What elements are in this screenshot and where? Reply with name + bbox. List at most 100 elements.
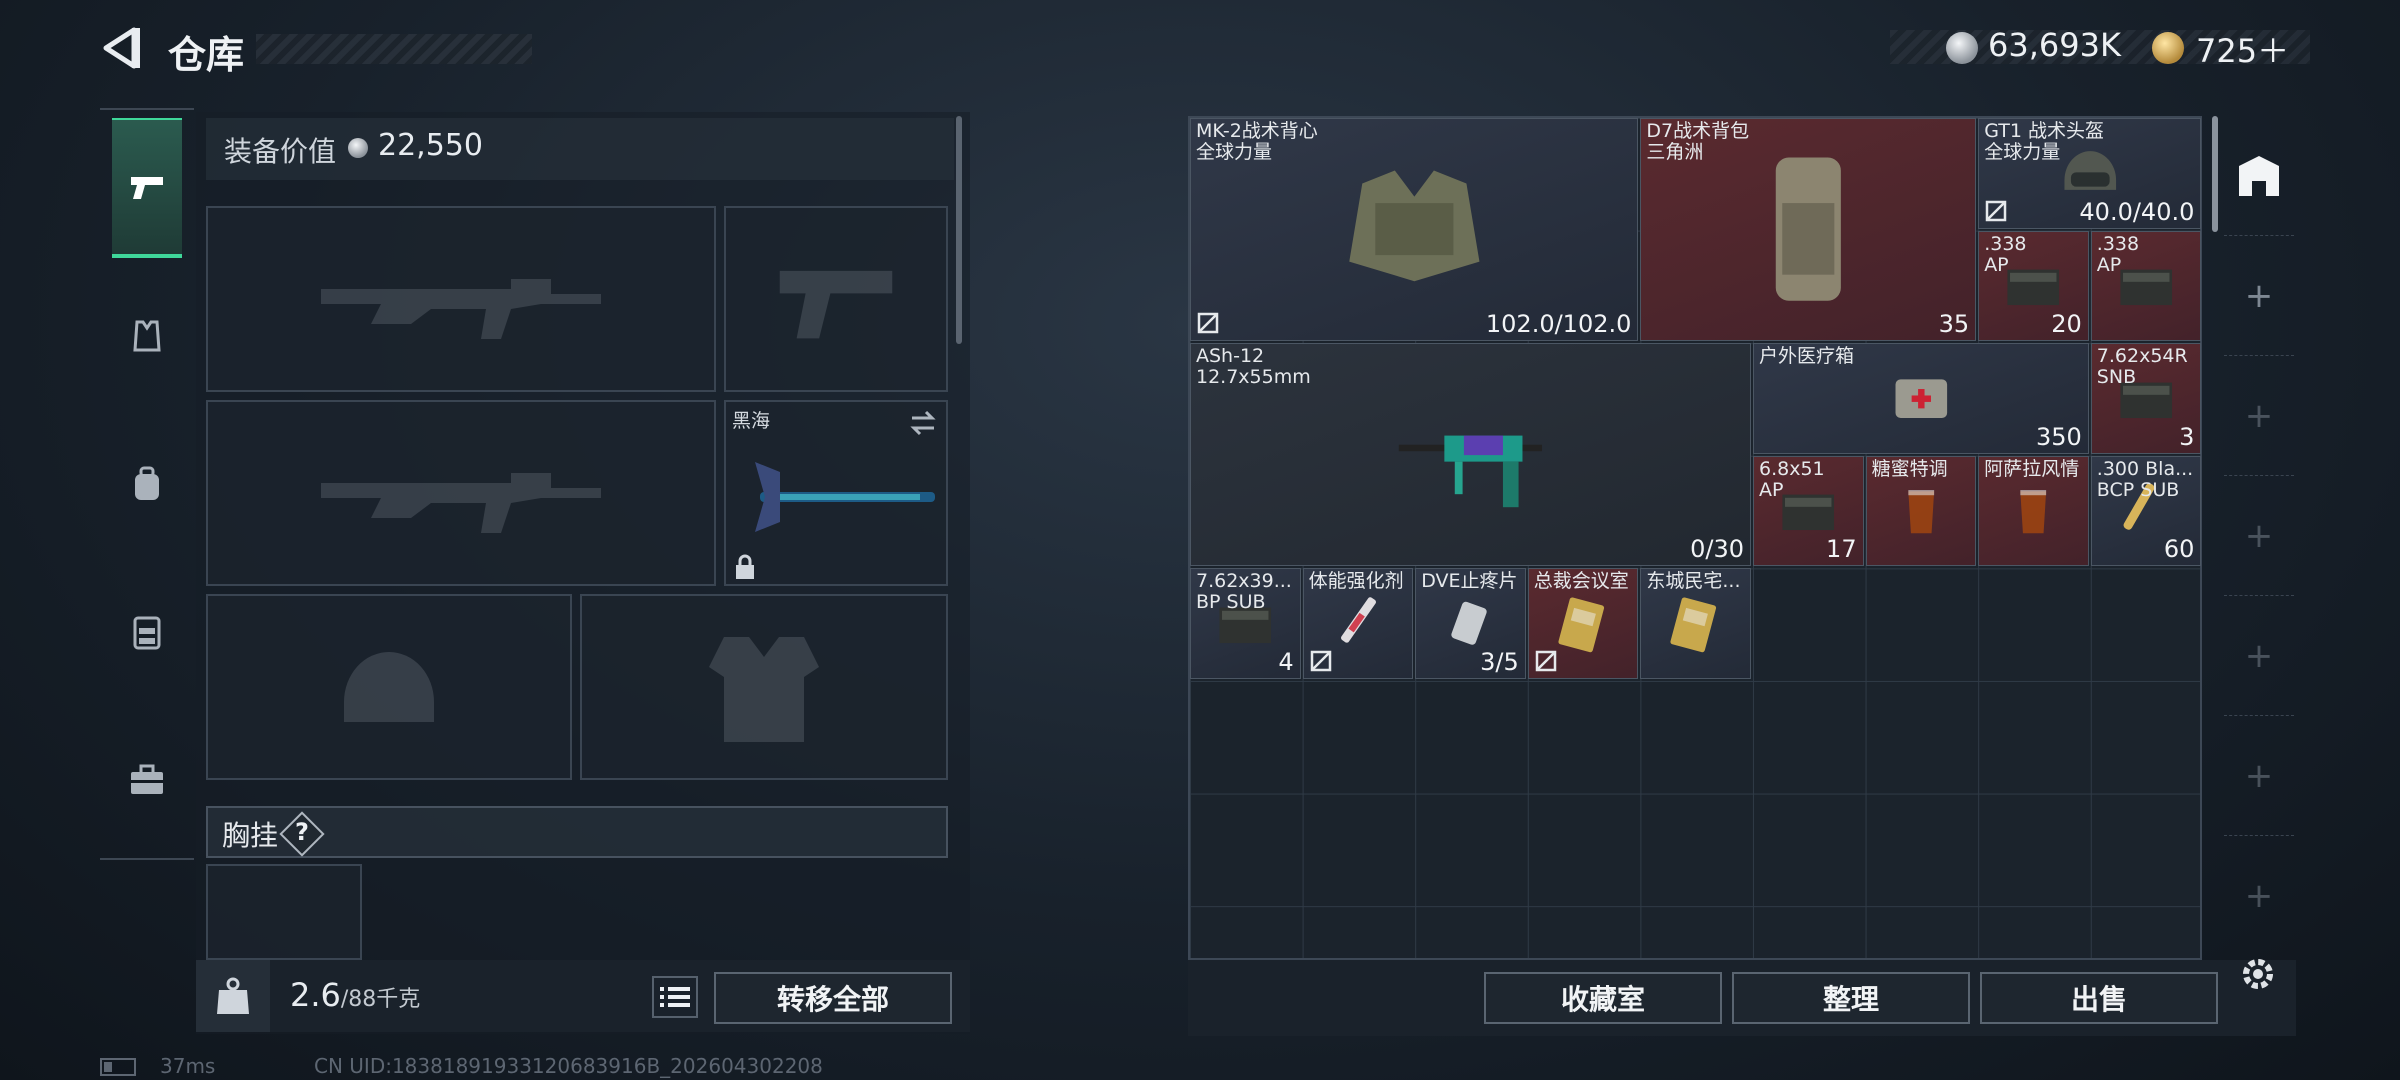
- stash-add-page[interactable]: +: [2224, 236, 2294, 356]
- stash-item[interactable]: .338 AP: [2090, 230, 2202, 342]
- stash-add-page[interactable]: +: [2224, 356, 2294, 476]
- collection-button[interactable]: 收藏室: [1484, 972, 1722, 1024]
- list-icon: [660, 987, 690, 1007]
- item-name: 7.62x39... BP SUB: [1196, 570, 1292, 614]
- tab-weapons[interactable]: [112, 118, 182, 258]
- stash-scrollbar[interactable]: [2212, 116, 2218, 232]
- stash-item[interactable]: 东城民宅...: [1640, 568, 1751, 679]
- plus-icon: +: [2244, 395, 2274, 436]
- stash-add-page[interactable]: +: [2224, 836, 2294, 956]
- sell-button[interactable]: 出售: [1980, 972, 2218, 1024]
- transfer-all-button[interactable]: 转移全部: [714, 972, 952, 1024]
- helmet-slot[interactable]: [206, 594, 572, 780]
- equipment-value: 22,550: [378, 128, 483, 163]
- melee-slot[interactable]: 黑海: [724, 400, 948, 586]
- tab-case[interactable]: [112, 710, 182, 850]
- stash-item[interactable]: 6.8x51 AP 17: [1753, 455, 1864, 567]
- plus-icon: +: [2244, 635, 2274, 676]
- player-uid: CN UID:18381891933120683916B_20260430220…: [314, 1054, 823, 1078]
- stash-item[interactable]: 阿萨拉风情: [1978, 455, 2089, 567]
- tab-armor[interactable]: [112, 266, 182, 406]
- currency-silver[interactable]: 63,693K: [1988, 26, 2121, 64]
- chest-rig-slot[interactable]: [206, 864, 362, 960]
- stash-add-page[interactable]: +: [2224, 716, 2294, 836]
- stash-page-1[interactable]: [2224, 116, 2294, 236]
- tab-backpack[interactable]: [112, 414, 182, 554]
- stash-item[interactable]: 糖蜜特调: [1865, 455, 1977, 567]
- item-count: 102.0/102.0: [1485, 310, 1632, 339]
- stash-add-page[interactable]: +: [2224, 596, 2294, 716]
- back-arrow-icon: [103, 27, 140, 69]
- item-count: 17: [1826, 535, 1857, 564]
- stash-item[interactable]: MK-2战术背心 全球力量 102.0/102.0: [1190, 118, 1639, 342]
- item-count: 60: [2163, 535, 2195, 564]
- secondary-weapon-slot[interactable]: [206, 400, 716, 586]
- stash-item[interactable]: 7.62x54R SNB 3: [2090, 343, 2202, 454]
- equipment-scrollbar[interactable]: [956, 116, 962, 344]
- settings-gear-icon[interactable]: [2236, 952, 2280, 996]
- equipment-value-label: 装备价值: [224, 135, 337, 168]
- stash-item[interactable]: .300 Bla... BCP SUB 60: [2090, 455, 2202, 567]
- medkit-icon: [1895, 379, 1947, 418]
- no-trade-icon: [1535, 650, 1557, 672]
- currency-gold[interactable]: 725＋: [2196, 26, 2289, 72]
- sidearm-slot[interactable]: [724, 206, 948, 392]
- item-count: 35: [1938, 310, 1970, 339]
- battery-icon: [100, 1058, 136, 1076]
- item-name: DVE止疼片: [1421, 570, 1518, 593]
- tab-rig[interactable]: [112, 562, 182, 702]
- item-count: 20: [2051, 310, 2082, 339]
- drink-icon: [1907, 490, 1934, 534]
- sort-button[interactable]: 整理: [1732, 972, 1970, 1024]
- back-button[interactable]: [100, 26, 144, 70]
- item-count: 40.0/40.0: [2079, 197, 2195, 226]
- stash-item[interactable]: 户外医疗箱 350: [1753, 343, 2089, 454]
- item-count: 3/5: [1480, 647, 1519, 676]
- stash-item[interactable]: 体能强化剂: [1302, 568, 1414, 679]
- stash-add-page[interactable]: +: [2224, 476, 2294, 596]
- list-view-button[interactable]: [652, 976, 698, 1018]
- item-name: .338 AP: [2096, 232, 2140, 276]
- weight-readout: 2.6/88千克: [290, 976, 420, 1014]
- stash-item[interactable]: GT1 战术头盔 全球力量 40.0/40.0: [1978, 118, 2202, 229]
- drink-icon: [2020, 490, 2047, 534]
- chest-rig-label: 胸挂: [222, 819, 279, 852]
- page-title: 仓库: [168, 33, 245, 77]
- rifle-icon: [1398, 435, 1543, 507]
- item-name: .300 Bla... BCP SUB: [2096, 457, 2194, 501]
- stash-item[interactable]: .338 AP 20: [1978, 230, 2089, 342]
- primary-weapon-slot[interactable]: [206, 206, 716, 392]
- weight-value: 2.6: [290, 976, 341, 1014]
- silver-coin-icon: [1946, 32, 1978, 64]
- coin-icon: [348, 138, 368, 158]
- help-icon-glyph: ?: [295, 818, 309, 846]
- item-name: 体能强化剂: [1308, 570, 1404, 593]
- swap-icon[interactable]: [908, 408, 938, 438]
- stash-page-rail: + + + + + +: [2224, 116, 2294, 960]
- pistol-silhouette-icon: [726, 208, 946, 390]
- helmet-silhouette-icon: [208, 596, 570, 778]
- ping-readout: 37ms: [160, 1054, 216, 1078]
- plus-icon: +: [2244, 755, 2274, 796]
- melee-name: 黑海: [732, 410, 771, 432]
- item-name: 6.8x51 AP: [1759, 457, 1825, 501]
- body-armor-slot[interactable]: [580, 594, 948, 780]
- item-name: 7.62x54R SNB: [2096, 345, 2188, 389]
- pistol-icon: [131, 177, 163, 199]
- no-trade-icon: [1985, 200, 2007, 221]
- stash-item[interactable]: D7战术背包 三角洲 35: [1640, 118, 1977, 342]
- stash-item[interactable]: 总裁会议室: [1527, 568, 1639, 679]
- title-decoration: [256, 34, 532, 64]
- rifle-silhouette-icon: [208, 208, 714, 390]
- stash-item[interactable]: DVE止疼片 3/5: [1415, 568, 1526, 679]
- stash-item[interactable]: 7.62x39... BP SUB 4: [1190, 568, 1301, 679]
- vest-icon: [1349, 170, 1480, 282]
- item-name: 总裁会议室: [1533, 570, 1629, 593]
- item-name: ASh-12 12.7x55mm: [1196, 345, 1311, 389]
- stash-item[interactable]: ASh-12 12.7x55mm 0/30: [1190, 343, 1751, 567]
- vest-silhouette-icon: [582, 596, 946, 778]
- item-name: .338 AP: [1984, 232, 2027, 276]
- vest-icon: [133, 320, 161, 352]
- rig-icon: [133, 616, 161, 650]
- item-count: 4: [1278, 647, 1294, 676]
